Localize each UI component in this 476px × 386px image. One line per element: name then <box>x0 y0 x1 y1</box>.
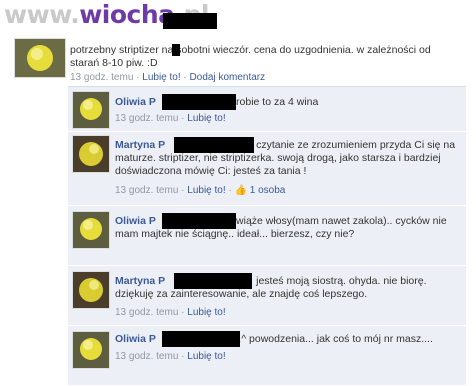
comment-avatar[interactable] <box>72 91 110 129</box>
comment-text: czytanie ze zrozumieniem przyda Ci się n… <box>115 139 456 177</box>
watermark-prefix: www. <box>4 0 80 29</box>
comments-list: Oliwia P zrobie to za 4 wina 13 godz. te… <box>68 86 466 385</box>
add-comment-link[interactable]: Dodaj komentarz <box>190 72 266 83</box>
comment-body: Martyna P jesteś moją siostrą. ohyda. ni… <box>115 275 460 301</box>
comment-item: Martyna P jesteś moją siostrą. ohyda. ni… <box>68 265 466 326</box>
comment-item: Martyna P czytanie ze zrozumieniem przyd… <box>68 131 466 206</box>
comment-avatar[interactable] <box>72 135 110 173</box>
comment-text: -.^ powodzenia... jak coś to mój nr masz… <box>234 333 433 345</box>
comment-item: Oliwia P zrobie to za 4 wina 13 godz. te… <box>68 87 466 132</box>
like-link[interactable]: Lubię to! <box>142 72 180 83</box>
comment-author[interactable]: Martyna P <box>115 275 165 287</box>
redaction-bar <box>174 273 252 289</box>
like-link[interactable]: Lubię to! <box>187 307 225 318</box>
post-time: 13 godz. temu <box>70 72 134 83</box>
redaction-bar <box>162 331 240 347</box>
likes-count-link[interactable]: 1 osoba <box>250 185 286 196</box>
comment-meta: 13 godz. temu · Lubię to! <box>115 113 226 124</box>
comment-author[interactable]: Martyna P <box>115 139 165 151</box>
thumbs-up-icon: 👍 <box>234 185 247 196</box>
post-author-avatar[interactable] <box>14 38 66 78</box>
redaction-bar <box>163 13 217 29</box>
like-link[interactable]: Lubię to! <box>187 351 225 362</box>
comment-meta: 13 godz. temu · Lubię to! · 👍 1 osoba <box>115 185 286 196</box>
like-link[interactable]: Lubię to! <box>187 185 225 196</box>
comment-avatar[interactable] <box>72 211 110 249</box>
comment-body: Martyna P czytanie ze zrozumieniem przyd… <box>115 139 460 178</box>
comment-meta: 13 godz. temu · Lubię to! <box>115 307 226 318</box>
comment-meta: 13 godz. temu · Lubię to! <box>115 351 226 362</box>
comment-avatar[interactable] <box>72 271 110 309</box>
comment-author[interactable]: Oliwia P <box>115 333 156 345</box>
comment-author[interactable]: Oliwia P <box>115 215 156 227</box>
redaction-bar <box>162 213 236 229</box>
comment-item: Oliwia P zwiąże włosy(mam nawet zakola).… <box>68 205 466 266</box>
comment-text: zrobie to za 4 wina <box>230 96 319 108</box>
redaction-bar <box>162 94 236 110</box>
comment-avatar[interactable] <box>72 331 110 369</box>
comment-item: Oliwia P -.^ powodzenia... jak coś to mó… <box>68 325 466 385</box>
redaction-bar <box>174 137 254 153</box>
post-text: potrzebny striptizer na sobotni wieczór.… <box>70 44 431 69</box>
watermark-brand: wiocha <box>79 0 175 29</box>
post-meta: 13 godz. temu · Lubię to! · Dodaj koment… <box>70 72 266 83</box>
like-link[interactable]: Lubię to! <box>187 113 225 124</box>
redaction-bar <box>172 44 180 56</box>
comment-author[interactable]: Oliwia P <box>115 96 156 108</box>
